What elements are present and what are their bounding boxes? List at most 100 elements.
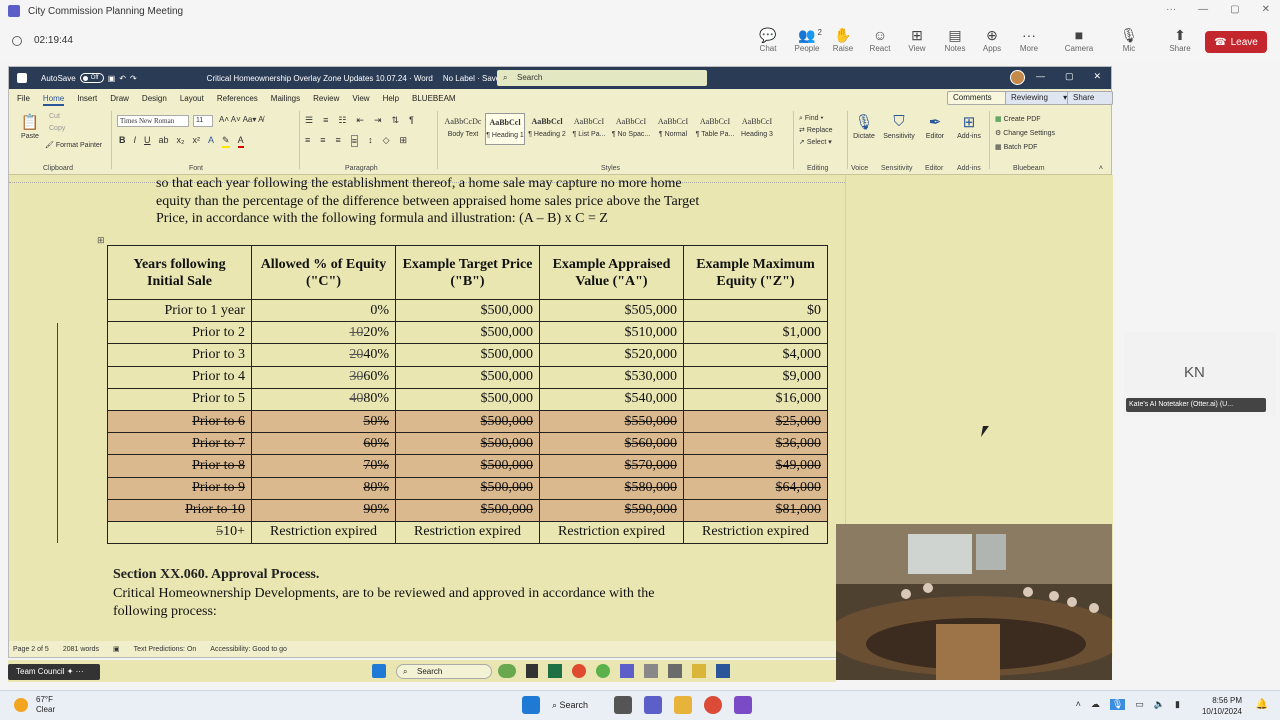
user-avatar[interactable] bbox=[1010, 70, 1025, 85]
style-item[interactable]: AaBbCcI ¶ List Pa... bbox=[569, 113, 609, 145]
word-taskbar-icon[interactable] bbox=[716, 664, 730, 678]
app-icon[interactable] bbox=[596, 664, 610, 678]
tab-draw[interactable]: Draw bbox=[110, 94, 129, 103]
table-move-handle[interactable]: ⊞ bbox=[97, 235, 105, 246]
word-restore-icon[interactable]: ▢ bbox=[1065, 71, 1074, 82]
word-count[interactable]: 2081 words bbox=[63, 646, 99, 653]
teams-view-button[interactable]: ⊞ View bbox=[900, 26, 934, 53]
tab-view[interactable]: View bbox=[352, 94, 369, 103]
collapse-ribbon-icon[interactable]: ˄ bbox=[1099, 165, 1103, 172]
save-icon[interactable]: ▣ bbox=[108, 74, 116, 83]
tab-insert[interactable]: Insert bbox=[77, 94, 97, 103]
superscript-button[interactable]: x² bbox=[193, 135, 201, 148]
create-pdf-button[interactable]: ▦ Create PDF bbox=[995, 113, 1055, 127]
multilevel-list-icon[interactable]: ☷ bbox=[338, 115, 346, 126]
teams-camera-button[interactable]: ■ Camera bbox=[1062, 26, 1096, 53]
folder-icon[interactable] bbox=[692, 664, 706, 678]
proofing-icon[interactable]: ▣ bbox=[113, 645, 120, 653]
borders-icon[interactable]: ⊞ bbox=[399, 135, 407, 147]
strikethrough-button[interactable]: ab bbox=[159, 135, 169, 148]
style-item[interactable]: AaBbCcI Heading 3 bbox=[737, 113, 777, 145]
replace-button[interactable]: ⇄ Replace bbox=[799, 125, 833, 137]
mic-tray-icon[interactable]: 🎙 bbox=[1109, 699, 1126, 710]
autosave-toggle[interactable]: Off bbox=[79, 73, 104, 83]
bullets-icon[interactable]: ☰ bbox=[305, 115, 313, 126]
text-predictions[interactable]: Text Predictions: On bbox=[134, 646, 197, 653]
weather-widget[interactable]: 67°F Clear bbox=[14, 695, 55, 715]
page-count[interactable]: Page 2 of 5 bbox=[13, 646, 49, 653]
increase-indent-icon[interactable]: ⇥ bbox=[374, 115, 382, 126]
justify-icon[interactable]: ≡ bbox=[350, 135, 359, 147]
teams-taskbar-icon[interactable] bbox=[644, 696, 662, 714]
tab-help[interactable]: Help bbox=[383, 94, 399, 103]
teams-icon[interactable] bbox=[620, 664, 634, 678]
battery-icon[interactable]: ▮ bbox=[1175, 699, 1180, 710]
chrome-icon[interactable] bbox=[572, 664, 586, 678]
accessibility-status[interactable]: Accessibility: Good to go bbox=[210, 646, 287, 653]
word-close-icon[interactable]: ✕ bbox=[1093, 71, 1101, 82]
copilot-icon[interactable] bbox=[498, 664, 516, 678]
file-icon[interactable] bbox=[644, 664, 658, 678]
teams-more-button[interactable]: ··· More bbox=[1012, 26, 1046, 53]
volume-icon[interactable]: 🔈 bbox=[1154, 699, 1165, 710]
style-item[interactable]: AaBbCcl ¶ Heading 2 bbox=[527, 113, 567, 145]
tab-file[interactable]: File bbox=[17, 94, 30, 103]
format-painter-button[interactable]: 🖌 Format Painter bbox=[45, 141, 102, 149]
highlight-icon[interactable]: ✎ bbox=[222, 135, 230, 148]
redo-icon[interactable]: ↷ bbox=[130, 74, 137, 83]
font-color-icon[interactable]: A bbox=[237, 135, 244, 148]
tab-home[interactable]: Home bbox=[42, 93, 65, 106]
word-search-input[interactable]: ⌕ Search bbox=[497, 70, 707, 86]
windows-start-icon[interactable] bbox=[522, 696, 540, 714]
find-button[interactable]: ⌕ Find ▾ bbox=[799, 113, 833, 125]
style-item[interactable]: AaBbCcI ¶ Table Pa... bbox=[695, 113, 735, 145]
teams-raise-button[interactable]: ✋ Raise bbox=[826, 26, 860, 53]
style-item[interactable]: AaBbCcDc Body Text bbox=[443, 113, 483, 145]
subscript-button[interactable]: x₂ bbox=[177, 135, 185, 148]
onedrive-icon[interactable]: ☁ bbox=[1091, 699, 1100, 710]
more-options-icon[interactable]: ··· bbox=[1166, 4, 1176, 15]
leave-button[interactable]: ☎ Leave bbox=[1205, 31, 1267, 53]
excel-icon[interactable] bbox=[548, 664, 562, 678]
teams-meeting-taskbar-icon[interactable] bbox=[734, 696, 752, 714]
paste-button[interactable]: 📋 Paste bbox=[19, 113, 41, 140]
network-icon[interactable]: ▭ bbox=[1135, 699, 1144, 710]
system-clock[interactable]: 8:56 PM 10/10/2024 bbox=[1202, 695, 1242, 717]
teams-notes-button[interactable]: ▤ Notes bbox=[938, 26, 972, 53]
room-video-feed[interactable] bbox=[836, 524, 1112, 680]
tab-layout[interactable]: Layout bbox=[180, 94, 204, 103]
shading-icon[interactable]: ◇ bbox=[383, 135, 390, 147]
text-effects-icon[interactable]: A bbox=[208, 135, 214, 148]
terminal-icon[interactable] bbox=[526, 664, 538, 678]
close-icon[interactable]: ✕ bbox=[1262, 4, 1270, 15]
tab-design[interactable]: Design bbox=[142, 94, 167, 103]
font-grow-shrink-icons[interactable]: A˄ A˅ Aa▾ A̸ bbox=[219, 115, 264, 124]
add-ins-button[interactable]: ⊞ Add-ins bbox=[955, 113, 983, 140]
chrome-taskbar-icon[interactable] bbox=[704, 696, 722, 714]
batch-pdf-button[interactable]: ▦ Batch PDF bbox=[995, 141, 1055, 155]
maximize-icon[interactable]: ▢ bbox=[1230, 4, 1239, 15]
minimize-icon[interactable]: — bbox=[1198, 4, 1208, 15]
show-marks-icon[interactable]: ¶ bbox=[409, 115, 414, 126]
tab-references[interactable]: References bbox=[217, 94, 258, 103]
teams-chat-button[interactable]: 💬 Chat bbox=[751, 26, 785, 53]
reviewing-button[interactable]: Reviewing ▾ bbox=[1005, 91, 1074, 105]
change-settings-button[interactable]: ⚙ Change Settings bbox=[995, 127, 1055, 141]
style-item[interactable]: AaBbCcl ¶ Heading 1 bbox=[485, 113, 525, 145]
align-left-icon[interactable]: ≡ bbox=[305, 135, 310, 147]
file-explorer-icon[interactable] bbox=[674, 696, 692, 714]
word-minimize-icon[interactable]: — bbox=[1036, 71, 1045, 82]
teams-share-button[interactable]: ⬆ Share bbox=[1163, 26, 1197, 53]
tray-chevron-icon[interactable]: ˄ bbox=[1076, 699, 1081, 710]
align-center-icon[interactable]: ≡ bbox=[320, 135, 325, 147]
line-spacing-icon[interactable]: ↕ bbox=[368, 135, 373, 147]
sensitivity-button[interactable]: ⛉ Sensitivity bbox=[881, 113, 917, 140]
team-council-badge[interactable]: Team Council ✦ ··· bbox=[8, 664, 100, 680]
italic-button[interactable]: I bbox=[134, 135, 137, 148]
tab-bluebeam[interactable]: BLUEBEAM bbox=[412, 94, 456, 103]
teams-people-button[interactable]: 👥 2 People bbox=[790, 26, 824, 53]
windows-search-button[interactable]: ⌕ Search bbox=[552, 700, 602, 711]
tab-review[interactable]: Review bbox=[313, 94, 339, 103]
start-icon[interactable] bbox=[372, 664, 386, 678]
underline-button[interactable]: U bbox=[144, 135, 151, 148]
